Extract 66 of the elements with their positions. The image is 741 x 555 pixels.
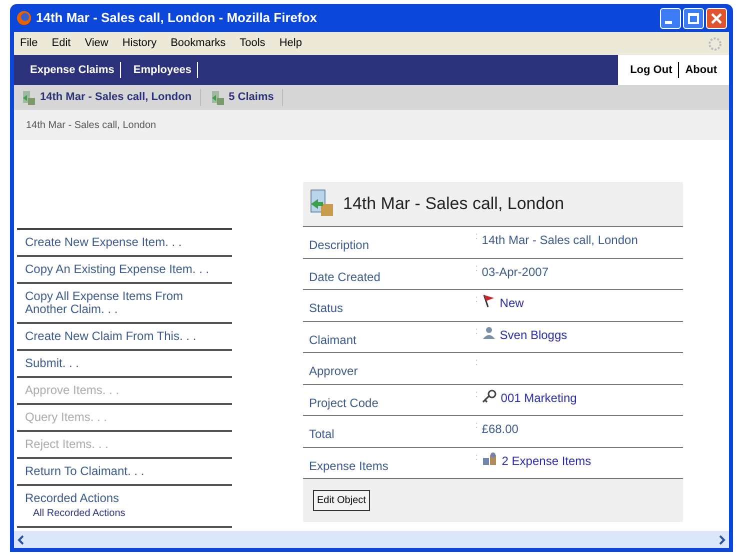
scroll-right-icon[interactable] bbox=[718, 534, 726, 544]
throbber-icon bbox=[707, 36, 723, 52]
browser-logo-icon bbox=[16, 10, 32, 26]
action-link: Reject Items. . . bbox=[25, 438, 110, 451]
close-button[interactable] bbox=[706, 8, 727, 28]
action-link: Approve Items. . . bbox=[25, 384, 120, 397]
field-link[interactable]: New bbox=[500, 294, 524, 312]
colon-mark: : bbox=[475, 357, 478, 369]
menu-item[interactable]: Bookmarks bbox=[170, 35, 226, 52]
menu-item[interactable]: View bbox=[84, 35, 108, 52]
action-link[interactable]: Recorded Actions bbox=[25, 492, 214, 505]
field-value: £68.00 bbox=[482, 421, 518, 438]
claim-icon bbox=[22, 90, 36, 106]
field-value: 03-Apr-2007 bbox=[482, 264, 548, 280]
maximize-button[interactable] bbox=[683, 8, 704, 28]
path-text: 14th Mar - Sales call, London bbox=[26, 118, 156, 132]
window-title: 14th Mar - Sales call, London - Mozilla Firefox bbox=[36, 9, 317, 28]
flag-icon bbox=[482, 294, 496, 308]
colon-mark: : bbox=[475, 262, 478, 274]
field-label: Expense Items bbox=[308, 458, 390, 474]
field-label: Claimant bbox=[308, 332, 358, 348]
breadcrumb-link[interactable]: 5 Claims bbox=[210, 89, 283, 106]
key-icon bbox=[482, 388, 497, 402]
nav-link[interactable]: Log Out bbox=[624, 62, 680, 78]
colon-mark: : bbox=[475, 294, 478, 306]
field-link[interactable]: 2 Expense Items bbox=[502, 452, 592, 470]
detail-title: 14th Mar - Sales call, London bbox=[343, 193, 564, 216]
colon-mark: : bbox=[475, 452, 478, 464]
menu-item[interactable]: File bbox=[20, 35, 38, 52]
field-label: Status bbox=[308, 300, 344, 317]
colon-mark: : bbox=[475, 388, 478, 400]
field-label: Date Created bbox=[308, 268, 382, 286]
close-icon bbox=[711, 12, 722, 24]
action-link[interactable]: Return To Claimant. . . bbox=[25, 465, 214, 478]
field-label: Approver bbox=[308, 363, 359, 380]
nav-link[interactable]: Expense Claims bbox=[24, 62, 122, 78]
horizontal-scrollbar[interactable] bbox=[14, 531, 729, 548]
action-link[interactable]: Submit. . . bbox=[25, 357, 214, 370]
person-icon bbox=[482, 326, 496, 340]
field-link[interactable]: 001 Marketing bbox=[500, 388, 577, 406]
action-link: Query Items. . . bbox=[25, 411, 108, 424]
field-value: 14th Mar - Sales call, London bbox=[482, 232, 638, 249]
field-link[interactable]: Sven Bloggs bbox=[500, 326, 568, 344]
colon-mark: : bbox=[475, 231, 478, 243]
action-link[interactable]: Create New Expense Item. . . bbox=[25, 236, 214, 249]
menu-item[interactable]: History bbox=[122, 35, 157, 52]
colon-mark: : bbox=[475, 326, 478, 338]
action-link[interactable]: Create New Claim From This. . . bbox=[25, 330, 214, 343]
scroll-left-icon[interactable] bbox=[17, 534, 25, 544]
nav-link[interactable]: About bbox=[679, 62, 723, 78]
action-link[interactable]: Copy An Existing Expense Item. . . bbox=[25, 263, 214, 276]
field-label: Project Code bbox=[308, 394, 380, 412]
claim-icon bbox=[309, 189, 335, 219]
colon-mark: : bbox=[475, 420, 478, 432]
action-link[interactable]: Copy All Expense Items From Another Claim. . . bbox=[25, 290, 214, 316]
minimize-button[interactable] bbox=[660, 8, 681, 28]
field-label: Total bbox=[308, 426, 336, 443]
menu-item[interactable]: Edit bbox=[52, 35, 71, 52]
menu-item[interactable]: Help bbox=[279, 35, 302, 52]
menu-item[interactable]: Tools bbox=[240, 35, 266, 52]
nav-link[interactable]: Employees bbox=[127, 62, 198, 78]
claim-icon bbox=[210, 90, 225, 106]
field-label: Description bbox=[308, 237, 370, 254]
edit-object-button[interactable]: Edit Object bbox=[313, 490, 370, 511]
breadcrumb-link[interactable]: 14th Mar - Sales call, London bbox=[22, 89, 201, 106]
action-link[interactable]: All Recorded Actions bbox=[25, 507, 214, 520]
